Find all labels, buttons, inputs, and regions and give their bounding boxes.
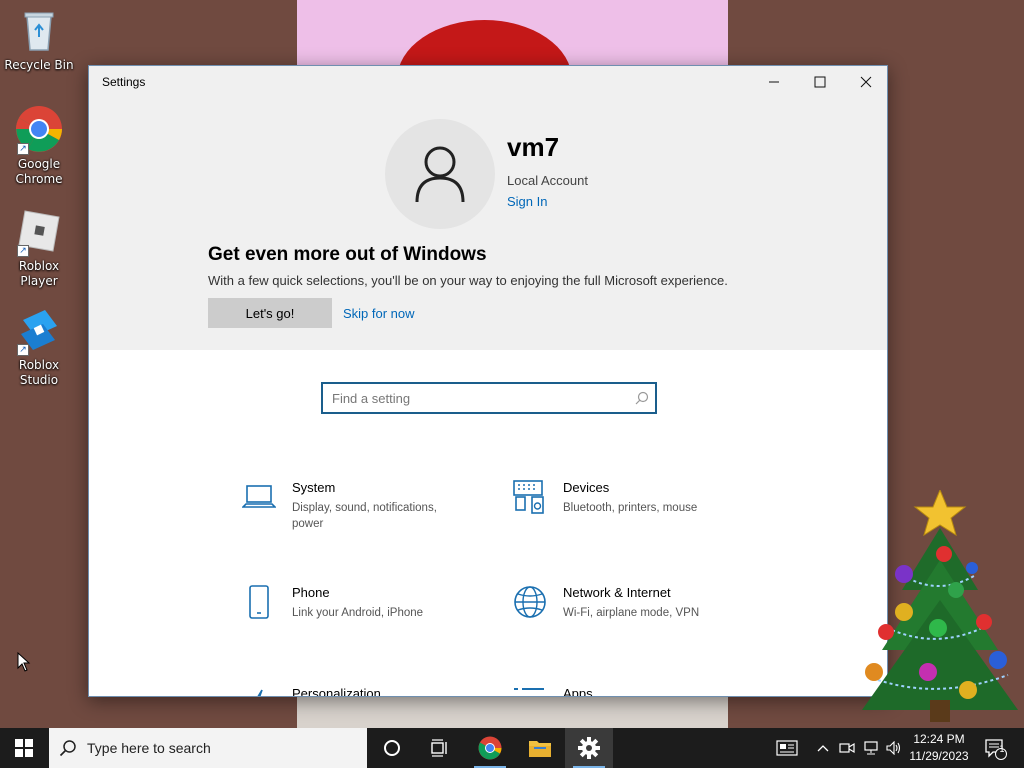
chrome-icon: ↗ [15, 105, 63, 155]
notification-count-badge: 1 [999, 745, 1005, 755]
lets-go-button[interactable]: Let's go! [208, 298, 332, 328]
desktop-icon-roblox-player[interactable]: ↗ Roblox Player [0, 207, 78, 289]
desktop-icon-roblox-studio[interactable]: ↗ Roblox Studio [0, 306, 78, 388]
task-view-button[interactable] [416, 728, 464, 768]
user-icon [415, 146, 465, 203]
desktop-icon-label: Roblox Studio [18, 358, 60, 387]
window-title: Settings [102, 75, 146, 89]
meet-now-icon[interactable] [838, 728, 856, 768]
category-description: Link your Android, iPhone [292, 607, 424, 619]
apps-icon [514, 688, 544, 690]
desktop-icon-label: Roblox Player [18, 259, 60, 288]
gear-icon [578, 737, 600, 759]
taskbar-settings-button[interactable] [565, 728, 613, 768]
desktop-icon-label: Google Chrome [15, 157, 63, 186]
close-button[interactable] [843, 66, 887, 98]
roblox-player-icon: ↗ [15, 207, 63, 257]
taskbar-clock[interactable]: 12:24 PM 11/29/2023 [904, 731, 974, 765]
account-username: vm7 [507, 132, 560, 162]
close-icon [860, 76, 872, 88]
maximize-button[interactable] [797, 66, 843, 98]
phone-icon [249, 585, 269, 619]
category-title: Phone [292, 585, 330, 600]
news-widget-icon[interactable] [772, 728, 802, 768]
devices-icon [513, 480, 544, 514]
search-input[interactable] [323, 384, 629, 412]
folder-icon [529, 741, 551, 757]
category-devices[interactable]: Devices Bluetooth, printers, mouse [513, 480, 753, 540]
chevron-up-icon[interactable] [814, 728, 832, 768]
category-title: Apps [563, 686, 593, 697]
windows-logo-icon [15, 739, 33, 757]
search-icon [49, 739, 87, 757]
shortcut-arrow-icon: ↗ [17, 344, 29, 356]
category-personalization[interactable]: Personalization [242, 686, 482, 697]
category-description: Display, sound, notifications, power [292, 502, 437, 530]
start-button[interactable] [0, 728, 48, 768]
maximize-icon [814, 76, 826, 88]
brush-icon [257, 689, 263, 696]
roblox-studio-icon: ↗ [15, 306, 63, 356]
promo-description: With a few quick selections, you'll be o… [208, 273, 728, 288]
chrome-icon [478, 736, 502, 760]
taskbar-search-placeholder: Type here to search [87, 740, 211, 756]
clock-date: 11/29/2023 [909, 749, 969, 763]
network-icon[interactable] [862, 728, 880, 768]
search-icon[interactable] [629, 384, 655, 412]
promo-title: Get even more out of Windows [208, 244, 487, 265]
taskbar-search-box[interactable]: Type here to search [49, 728, 367, 768]
shortcut-arrow-icon: ↗ [17, 143, 29, 155]
clock-time: 12:24 PM [913, 732, 965, 746]
category-description: Wi-Fi, airplane mode, VPN [563, 607, 700, 619]
category-title: Devices [563, 480, 610, 495]
category-system[interactable]: System Display, sound, notifications, po… [242, 480, 482, 540]
category-network[interactable]: Network & Internet Wi-Fi, airplane mode,… [513, 585, 753, 635]
background-bottom-strip [297, 692, 728, 728]
category-description: Bluetooth, printers, mouse [563, 502, 698, 514]
taskbar-file-explorer-button[interactable] [516, 728, 564, 768]
volume-icon[interactable] [884, 728, 904, 768]
desktop-icon-label: Recycle Bin [4, 58, 74, 72]
category-title: Network & Internet [563, 585, 671, 600]
minimize-button[interactable] [751, 66, 797, 98]
account-type: Local Account [507, 173, 588, 188]
cortana-button[interactable] [368, 728, 416, 768]
taskbar: Type here to search 12:24 PM 11/29/2023 … [0, 728, 1024, 768]
desktop-icon-recycle-bin[interactable]: Recycle Bin [0, 6, 78, 73]
settings-window: Settings vm7 Local Account Sign In Get e… [88, 65, 888, 697]
taskbar-chrome-button[interactable] [466, 728, 514, 768]
shortcut-arrow-icon: ↗ [17, 245, 29, 257]
christmas-tree-decoration [862, 490, 1018, 722]
avatar[interactable] [385, 119, 495, 229]
laptop-icon [242, 485, 276, 508]
category-apps[interactable]: Apps [513, 686, 753, 697]
category-title: System [292, 480, 336, 495]
minimize-icon [769, 81, 779, 83]
cortana-icon [384, 740, 400, 756]
action-center-button[interactable]: 1 [980, 728, 1010, 768]
mouse-pointer-icon [17, 652, 31, 672]
globe-icon [514, 586, 546, 618]
settings-search-box[interactable] [321, 382, 657, 414]
recycle-bin-icon [15, 6, 63, 54]
sign-in-link[interactable]: Sign In [507, 194, 547, 209]
skip-for-now-link[interactable]: Skip for now [343, 306, 415, 321]
category-phone[interactable]: Phone Link your Android, iPhone [242, 585, 482, 635]
category-title: Personalization [292, 686, 381, 697]
task-view-icon [431, 739, 447, 757]
desktop-icon-google-chrome[interactable]: ↗ Google Chrome [0, 105, 78, 187]
title-bar[interactable]: Settings [89, 66, 887, 98]
